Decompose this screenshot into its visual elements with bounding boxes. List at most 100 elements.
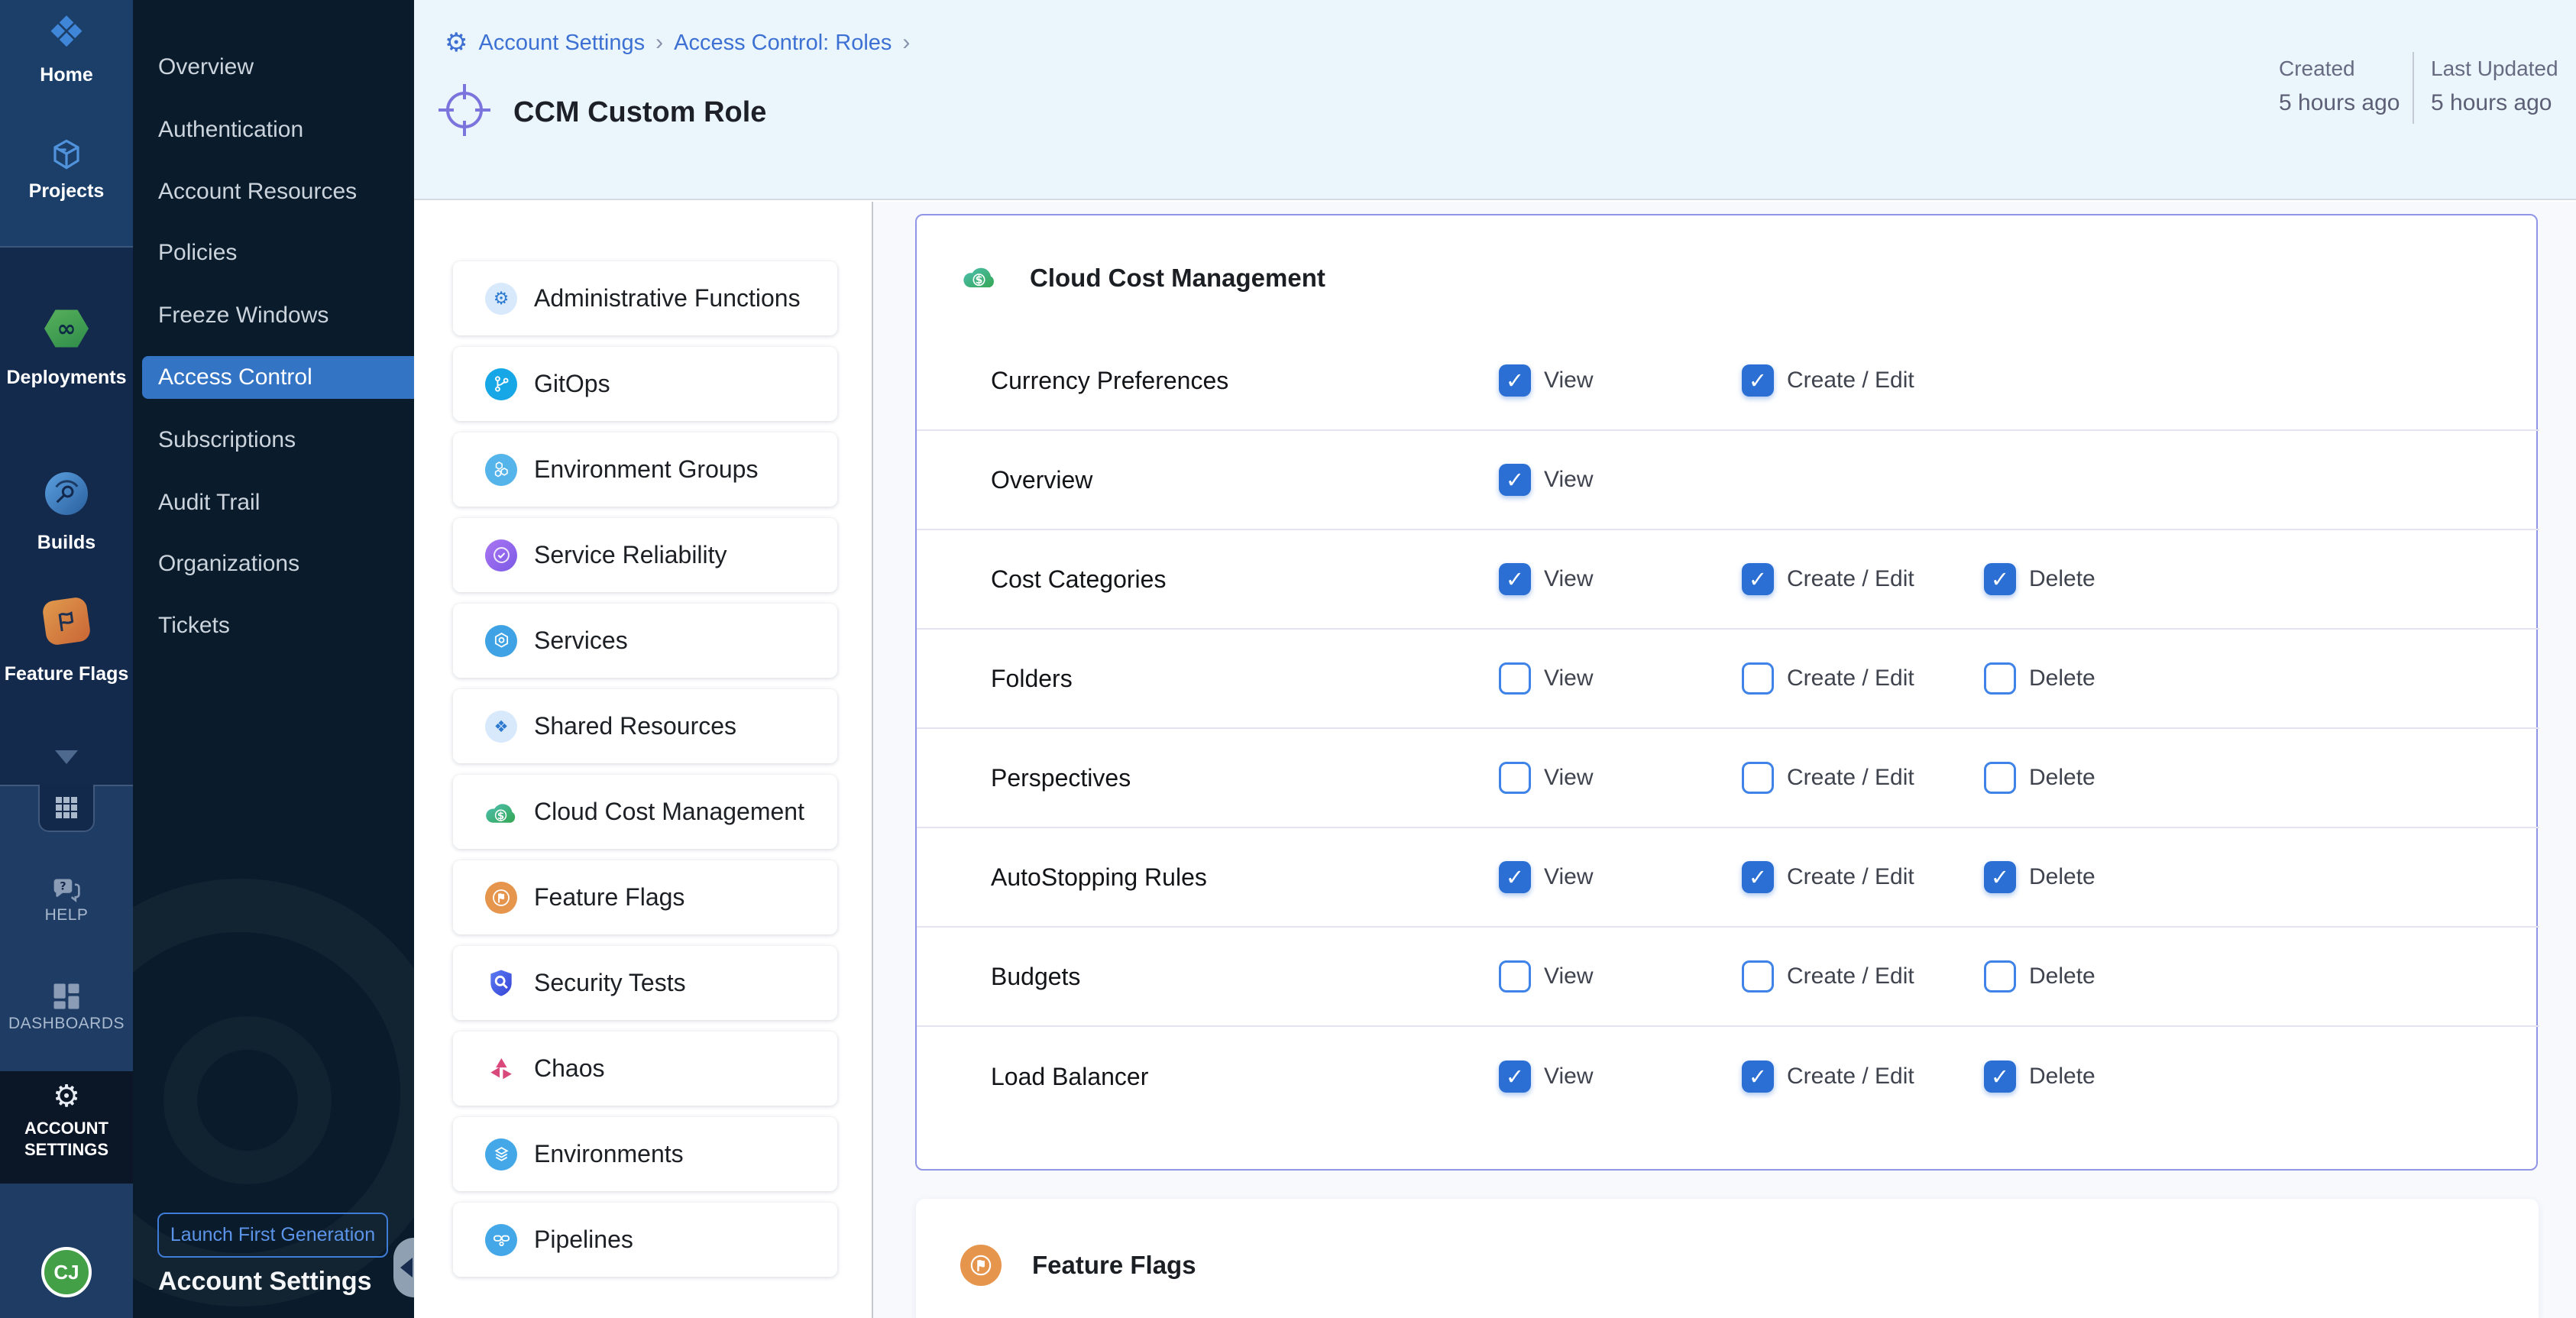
permission-row-label: Load Balancer (991, 1027, 1148, 1126)
reliability-check-icon (484, 539, 519, 572)
rail-item-help[interactable]: ?HELP (0, 876, 133, 925)
sidebar-item-account-resources[interactable]: Account Resources (142, 170, 414, 213)
rail-item-account-settings[interactable]: ⚙ ACCOUNT SETTINGS (0, 1079, 133, 1160)
resource-card-pipelines[interactable]: Pipelines (453, 1203, 837, 1277)
checkbox-unchecked[interactable] (1499, 960, 1531, 993)
rail-item-label: Builds (0, 532, 133, 554)
breadcrumb-account-settings[interactable]: Account Settings (478, 31, 645, 56)
sidebar-item-access-control[interactable]: Access Control (142, 356, 414, 399)
checkbox-checked[interactable]: ✓ (1499, 464, 1531, 496)
sidebar-item-audit-trail[interactable]: Audit Trail (142, 481, 414, 524)
panel-title: Cloud Cost Management (1030, 264, 1325, 293)
checkbox-unchecked[interactable] (1984, 762, 2016, 794)
resource-card-environment-groups[interactable]: Environment Groups (453, 432, 837, 507)
checkbox-checked[interactable]: ✓ (1984, 563, 2016, 595)
page-header: ⚙ Account Settings › Access Control: Rol… (414, 0, 2576, 200)
sidebar-item-authentication[interactable]: Authentication (142, 108, 414, 151)
permission-label: View (1544, 368, 1593, 393)
rail-item-builds[interactable]: Builds (0, 472, 133, 554)
module-grid-button[interactable] (38, 785, 95, 832)
permission-create-edit: ✓Create / Edit (1742, 828, 1914, 926)
checkbox-checked[interactable]: ✓ (1499, 563, 1531, 595)
sidebar-item-tickets[interactable]: Tickets (142, 604, 414, 647)
permission-label: View (1544, 864, 1593, 890)
flag-circle-icon (484, 882, 519, 914)
permission-row-label: AutoStopping Rules (991, 828, 1207, 926)
resource-card-gitops[interactable]: GitOps (453, 347, 837, 421)
sidebar-item-policies[interactable]: Policies (142, 232, 414, 274)
checkbox-checked[interactable]: ✓ (1742, 861, 1774, 893)
resource-card-cloud-cost-management[interactable]: $Cloud Cost Management (453, 775, 837, 849)
resource-card-security-tests[interactable]: Security Tests (453, 946, 837, 1020)
checkbox-checked[interactable]: ✓ (1742, 364, 1774, 397)
rail-item-label: Deployments (0, 367, 133, 389)
panel-title: Feature Flags (1032, 1251, 1196, 1280)
checkbox-unchecked[interactable] (1742, 662, 1774, 695)
permission-label: Create / Edit (1787, 566, 1914, 592)
sidebar-collapse-handle[interactable] (393, 1238, 414, 1297)
breadcrumb-separator: › (902, 30, 910, 56)
checkbox-checked[interactable]: ✓ (1499, 861, 1531, 893)
rail-item-home[interactable]: ❖Home (0, 11, 133, 86)
feature-flags-panel: Feature Flags (916, 1199, 2539, 1318)
permission-row-label: Overview (991, 431, 1092, 529)
checkbox-unchecked[interactable] (1984, 662, 2016, 695)
last-updated-label: Last Updated (2431, 57, 2558, 81)
resource-card-environments[interactable]: Environments (453, 1117, 837, 1191)
permission-label: View (1544, 467, 1593, 493)
permission-label: View (1544, 1064, 1593, 1090)
sidebar-item-organizations[interactable]: Organizations (142, 542, 414, 585)
sidebar-item-subscriptions[interactable]: Subscriptions (142, 419, 414, 461)
svg-text:?: ? (60, 881, 66, 893)
resource-card-feature-flags[interactable]: Feature Flags (453, 860, 837, 934)
permission-create-edit: Create / Edit (1742, 928, 1914, 1025)
rail-item-deployments[interactable]: ∞ Deployments (0, 309, 133, 389)
checkbox-unchecked[interactable] (1742, 762, 1774, 794)
launch-first-generation-button[interactable]: Launch First Generation (157, 1213, 388, 1258)
gear-watermark (163, 1016, 332, 1184)
permission-create-edit: ✓Create / Edit (1742, 332, 1914, 429)
chevron-down-icon[interactable] (55, 750, 78, 764)
checkbox-checked[interactable]: ✓ (1499, 364, 1531, 397)
checkbox-checked[interactable]: ✓ (1984, 861, 2016, 893)
permission-view: View (1499, 928, 1593, 1025)
rail-item-feature-flags[interactable]: Feature Flags (0, 599, 133, 685)
checkbox-checked[interactable]: ✓ (1742, 1061, 1774, 1093)
infinity-hexagon-icon: ∞ (0, 309, 133, 348)
permission-label: Delete (2029, 566, 2095, 592)
created-value: 5 hours ago (2279, 90, 2400, 116)
checkbox-checked[interactable]: ✓ (1984, 1061, 2016, 1093)
sidebar-item-freeze-windows[interactable]: Freeze Windows (142, 294, 414, 337)
permission-label: Delete (2029, 864, 2095, 890)
flag-square-icon (0, 599, 133, 643)
gear-icon: ⚙ (0, 1079, 133, 1114)
resource-card-shared-resources[interactable]: ❖Shared Resources (453, 689, 837, 763)
panel-header: $ Cloud Cost Management (961, 258, 1325, 298)
checkbox-unchecked[interactable] (1742, 960, 1774, 993)
breadcrumb-separator: › (655, 30, 663, 56)
checkbox-unchecked[interactable] (1499, 662, 1531, 695)
rail-item-label: Projects (0, 180, 133, 202)
checkbox-unchecked[interactable] (1499, 762, 1531, 794)
permission-row-budgets: BudgetsViewCreate / EditDelete (917, 928, 2539, 1027)
breadcrumb-access-control-roles[interactable]: Access Control: Roles (674, 31, 892, 56)
avatar[interactable]: CJ (41, 1247, 92, 1297)
permission-view: ✓ View (1499, 1027, 1593, 1126)
build-search-icon (0, 472, 133, 515)
sidebar-item-overview[interactable]: Overview (142, 46, 414, 89)
permission-create-edit: Create / Edit (1742, 630, 1914, 727)
resource-card-services[interactable]: Services (453, 604, 837, 678)
resource-card-chaos[interactable]: Chaos (453, 1031, 837, 1106)
resource-card-label: Administrative Functions (534, 284, 801, 312)
resource-card-service-reliability[interactable]: Service Reliability (453, 518, 837, 592)
permission-label: Create / Edit (1787, 765, 1914, 791)
permission-row-label: Currency Preferences (991, 332, 1228, 429)
rail-item-dashboards[interactable]: DASHBOARDS (0, 980, 133, 1033)
checkbox-checked[interactable]: ✓ (1499, 1061, 1531, 1093)
module-rail: ❖Home Projects ∞ Deployments Builds Feature F… (0, 0, 133, 1318)
checkbox-unchecked[interactable] (1984, 960, 2016, 993)
checkbox-checked[interactable]: ✓ (1742, 563, 1774, 595)
app-root: ❖Home Projects ∞ Deployments Builds Feature F… (0, 0, 2576, 1318)
resource-card-administrative-functions[interactable]: ⚙Administrative Functions (453, 261, 837, 335)
rail-item-projects[interactable]: Projects (0, 136, 133, 202)
